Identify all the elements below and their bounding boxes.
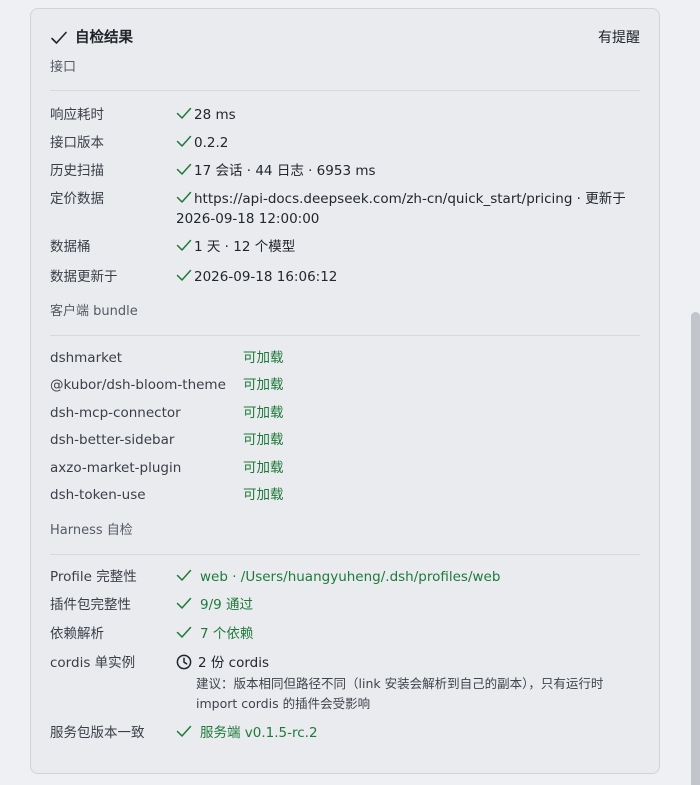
divider	[50, 554, 640, 555]
row-value: 7 个依赖	[176, 623, 253, 645]
check-icon	[176, 569, 192, 581]
api-row-updated-at: 数据更新于 2026-09-18 16:06:12	[50, 266, 640, 288]
divider	[50, 335, 640, 336]
row-value: 0.2.2	[176, 133, 228, 153]
scrollbar-thumb[interactable]	[691, 312, 700, 785]
row-label: 响应耗时	[50, 107, 104, 123]
row-value: 2026-09-18 16:06:12	[176, 267, 337, 287]
api-row-pricing: 定价数据 https://api-docs.deepseek.com/zh-cn…	[50, 188, 640, 234]
api-row-history-scan: 历史扫描 17 会话 · 44 日志 · 6953 ms	[50, 160, 640, 182]
bundle-row: @kubor/dsh-bloom-theme 可加载	[50, 374, 640, 396]
row-label: 数据更新于	[50, 269, 118, 285]
row-value: web · /Users/huangyuheng/.dsh/profiles/w…	[176, 566, 500, 588]
bundle-name: dshmarket	[50, 350, 123, 366]
cordis-warning-note: 建议：版本相同但路径不同（link 安装会解析到自己的副本），只有运行时 imp…	[196, 676, 604, 711]
status-badge: 有提醒	[598, 30, 640, 46]
bundle-status: 可加载	[243, 432, 284, 448]
row-label: 插件包完整性	[50, 597, 131, 613]
api-row-latency: 响应耗时 28 ms	[50, 104, 640, 126]
harness-row-profile: Profile 完整性 web · /Users/huangyuheng/.ds…	[50, 566, 640, 588]
row-label: Profile 完整性	[50, 569, 137, 585]
bundle-name: dsh-token-use	[50, 487, 146, 503]
bundle-row: dsh-token-use 可加载	[50, 484, 640, 506]
check-icon	[176, 191, 192, 203]
bundle-name: axzo-market-plugin	[50, 460, 182, 476]
self-check-panel: 自检结果 有提醒 接口 响应耗时 28 ms 接口版本 0.2.2 历史扫描 1…	[30, 8, 660, 774]
bundle-status: 可加载	[243, 405, 284, 421]
bundle-status: 可加载	[243, 487, 284, 503]
bundle-row: dsh-mcp-connector 可加载	[50, 402, 640, 424]
row-value: 服务端 v0.1.5-rc.2	[176, 722, 318, 744]
bundle-row: axzo-market-plugin 可加载	[50, 457, 640, 479]
api-row-version: 接口版本 0.2.2	[50, 132, 640, 154]
panel-title: 自检结果	[75, 30, 133, 46]
row-value: https://api-docs.deepseek.com/zh-cn/quic…	[176, 191, 626, 227]
row-label: cordis 单实例	[50, 655, 136, 671]
harness-row-plugin-integrity: 插件包完整性 9/9 通过	[50, 594, 640, 616]
bundle-name: @kubor/dsh-bloom-theme	[50, 377, 226, 393]
check-icon	[176, 107, 192, 119]
harness-row-cordis: cordis 单实例 2 份 cordis 建议：版本相同但路径不同（link …	[50, 652, 640, 718]
section-title-bundle: 客户端 bundle	[50, 304, 138, 319]
panel-header: 自检结果 有提醒	[50, 27, 640, 51]
check-icon	[176, 626, 192, 638]
harness-row-service-version: 服务包版本一致 服务端 v0.1.5-rc.2	[50, 722, 640, 744]
row-label: 历史扫描	[50, 163, 104, 179]
row-label: 接口版本	[50, 135, 104, 151]
harness-row-dependencies: 依赖解析 7 个依赖	[50, 623, 640, 645]
section-title-api: 接口	[50, 60, 77, 75]
check-icon	[176, 597, 192, 609]
row-label: 服务包版本一致	[50, 725, 145, 741]
api-row-bucket: 数据桶 1 天 · 12 个模型	[50, 236, 640, 258]
bundle-row: dshmarket 可加载	[50, 347, 640, 369]
row-value: 9/9 通过	[176, 594, 253, 616]
divider	[50, 90, 640, 91]
check-icon	[51, 31, 67, 44]
check-icon	[176, 269, 192, 281]
bundle-status: 可加载	[243, 377, 284, 393]
bundle-status: 可加载	[243, 350, 284, 366]
row-value: 2 份 cordis	[176, 652, 269, 674]
row-label: 依赖解析	[50, 626, 104, 642]
bundle-name: dsh-better-sidebar	[50, 432, 175, 448]
bundle-name: dsh-mcp-connector	[50, 405, 181, 421]
row-value: 28 ms	[176, 105, 236, 125]
check-icon	[176, 725, 192, 737]
clock-icon	[176, 654, 192, 670]
row-label: 数据桶	[50, 239, 91, 255]
check-icon	[176, 163, 192, 175]
scrollbar[interactable]	[691, 0, 700, 785]
row-label: 定价数据	[50, 191, 104, 207]
check-icon	[176, 135, 192, 147]
bundle-row: dsh-better-sidebar 可加载	[50, 429, 640, 451]
check-icon	[176, 239, 192, 251]
row-value: 1 天 · 12 个模型	[176, 237, 295, 257]
section-title-harness: Harness 自检	[50, 523, 133, 538]
row-value: 17 会话 · 44 日志 · 6953 ms	[176, 161, 376, 181]
bundle-status: 可加载	[243, 460, 284, 476]
